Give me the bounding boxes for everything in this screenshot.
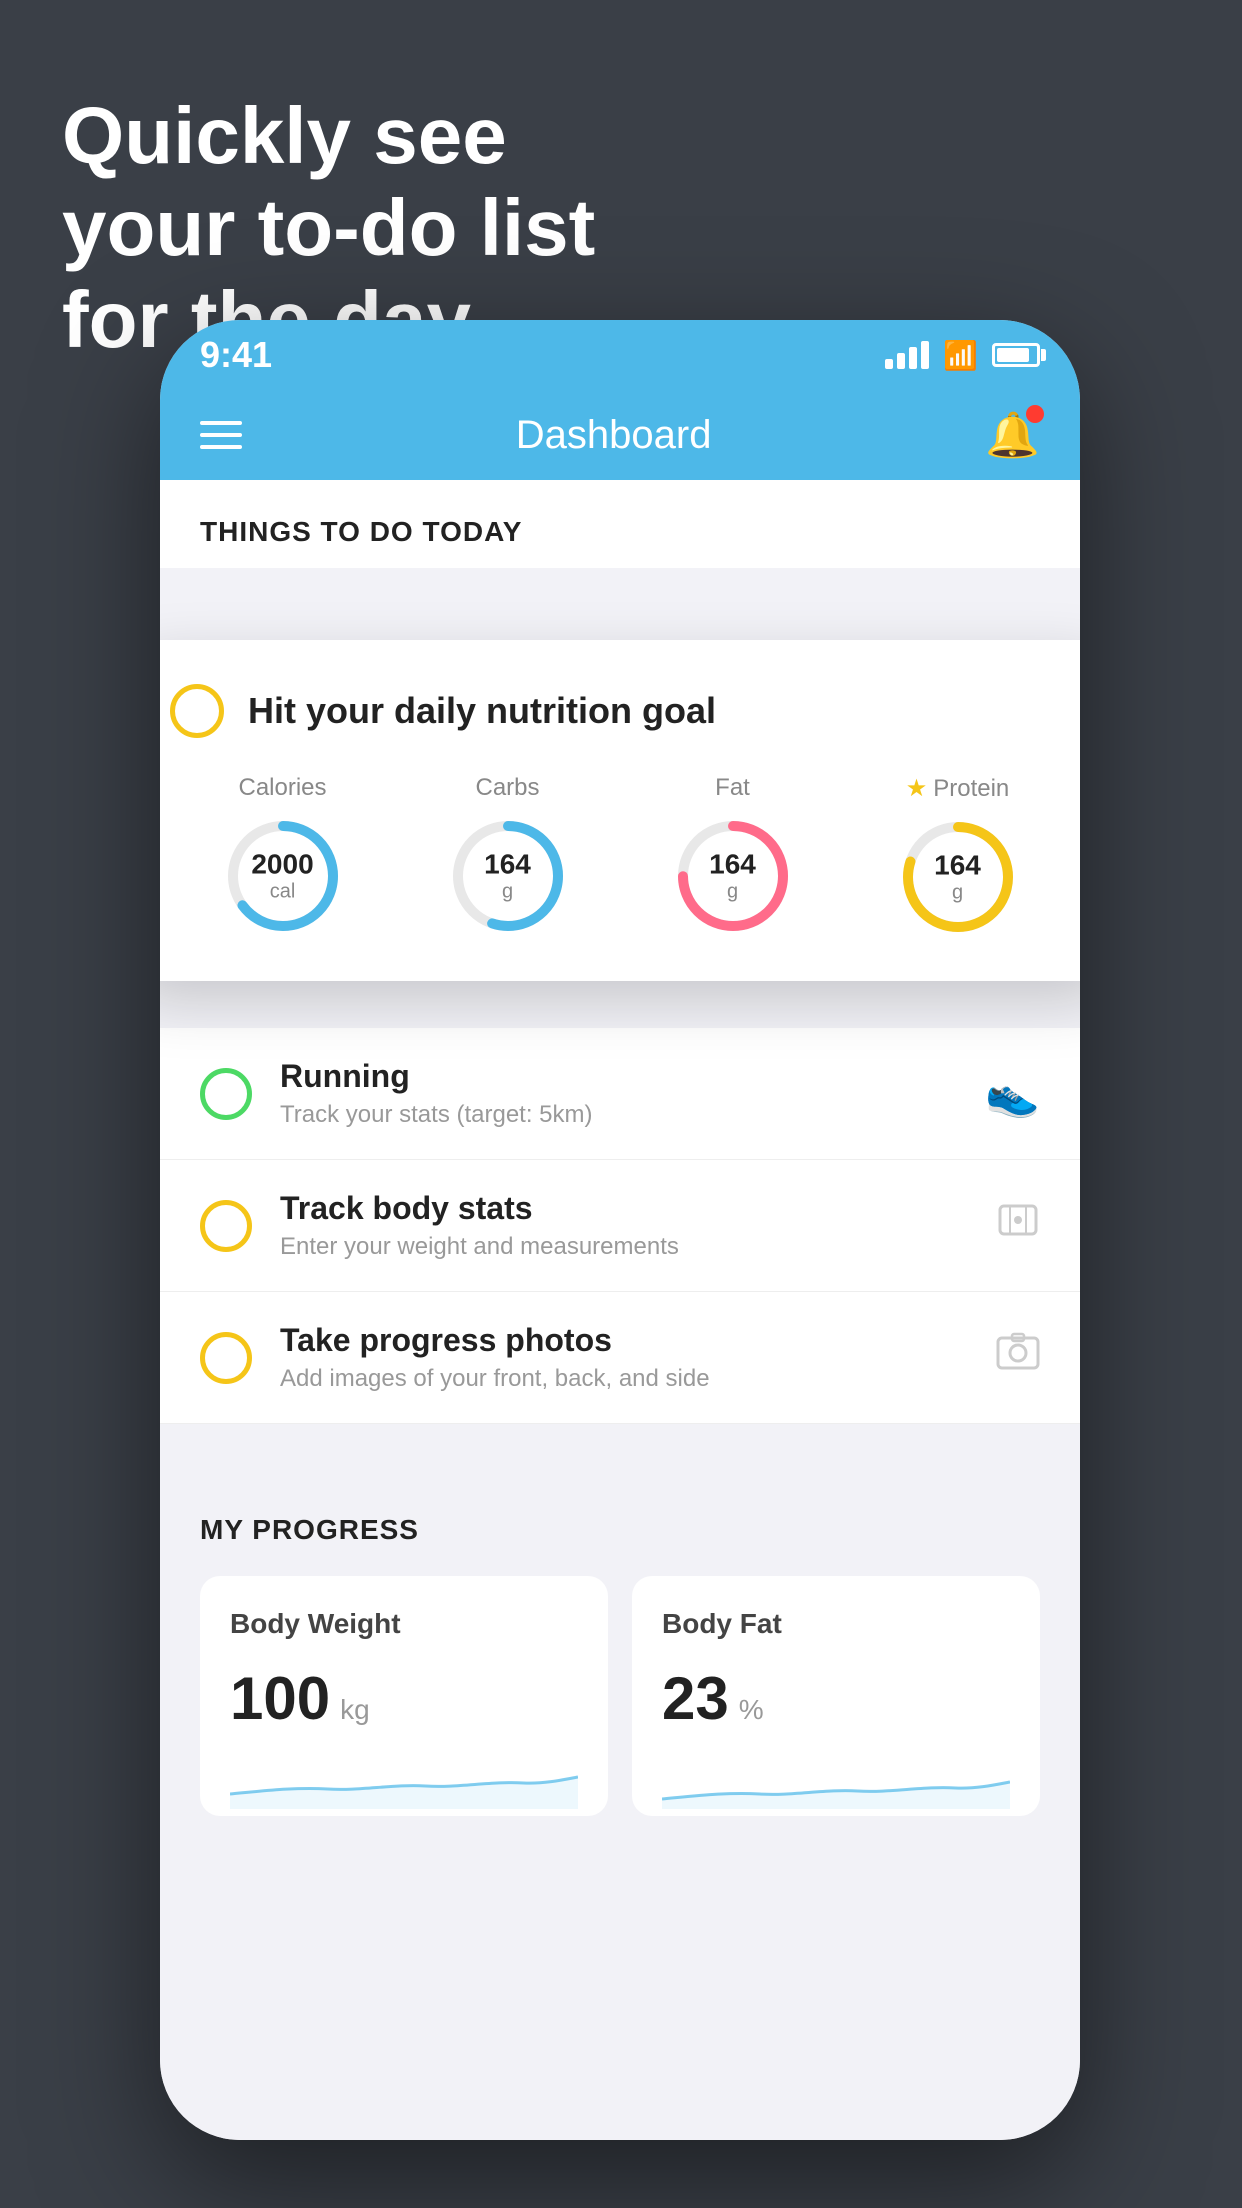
headline-line2: your to-do list [62, 183, 595, 272]
todo-title-running: Running [280, 1058, 957, 1095]
nutrition-row: Calories 2000 cal [170, 774, 1070, 937]
protein-label: ★ Protein [906, 774, 1010, 803]
status-time: 9:41 [200, 334, 272, 376]
fat-value: 164 g [709, 849, 756, 904]
headline-line1: Quickly see [62, 91, 507, 180]
battery-icon [992, 343, 1040, 367]
photo-icon [996, 1330, 1040, 1385]
notification-dot [1026, 405, 1044, 423]
calories-value: 2000 cal [251, 849, 313, 904]
nutrition-check-circle[interactable] [170, 684, 224, 738]
progress-section: MY PROGRESS Body Weight 100 kg [160, 1464, 1080, 1846]
todo-text-running: Running Track your stats (target: 5km) [280, 1058, 957, 1129]
todo-check-body-stats[interactable] [200, 1200, 252, 1252]
nutrition-fat: Fat 164 g [673, 774, 793, 936]
running-shoe-icon: 👟 [985, 1068, 1040, 1120]
section-things-today-label: THINGS TO DO TODAY [200, 516, 522, 547]
todo-subtitle-running: Track your stats (target: 5km) [280, 1101, 957, 1129]
todo-title-body-stats: Track body stats [280, 1190, 968, 1227]
status-bar: 9:41 📶 [160, 320, 1080, 390]
body-fat-card[interactable]: Body Fat 23 % [632, 1576, 1040, 1816]
nutrition-card-title: Hit your daily nutrition goal [248, 690, 716, 732]
body-weight-chart [230, 1749, 578, 1809]
nutrition-card: Hit your daily nutrition goal Calories [160, 640, 1080, 981]
todo-text-photos: Take progress photos Add images of your … [280, 1322, 968, 1393]
body-weight-unit: kg [340, 1694, 370, 1726]
todo-item-body-stats[interactable]: Track body stats Enter your weight and m… [160, 1160, 1080, 1292]
body-weight-card[interactable]: Body Weight 100 kg [200, 1576, 608, 1816]
todo-check-running[interactable] [200, 1068, 252, 1120]
signal-icon [885, 341, 929, 369]
status-icons: 📶 [885, 339, 1040, 372]
protein-circle: 164 g [898, 817, 1018, 937]
scale-icon [996, 1198, 1040, 1253]
todo-item-photos[interactable]: Take progress photos Add images of your … [160, 1292, 1080, 1424]
body-weight-value-row: 100 kg [230, 1664, 578, 1733]
notification-bell-icon[interactable]: 🔔 [985, 409, 1040, 461]
todo-subtitle-body-stats: Enter your weight and measurements [280, 1233, 968, 1261]
body-weight-number: 100 [230, 1664, 330, 1733]
body-fat-chart [662, 1749, 1010, 1809]
fat-circle: 164 g [673, 816, 793, 936]
todo-subtitle-photos: Add images of your front, back, and side [280, 1365, 968, 1393]
calories-label: Calories [238, 774, 326, 802]
wifi-icon: 📶 [943, 339, 978, 372]
app-header: Dashboard 🔔 [160, 390, 1080, 480]
progress-header: MY PROGRESS [200, 1514, 1040, 1546]
calories-circle: 2000 cal [223, 816, 343, 936]
nutrition-carbs: Carbs 164 g [448, 774, 568, 936]
body-fat-title: Body Fat [662, 1608, 1010, 1640]
progress-cards: Body Weight 100 kg Body Fat [200, 1576, 1040, 1816]
header-title: Dashboard [516, 413, 712, 458]
phone-frame: 9:41 📶 Dashboard 🔔 [160, 320, 1080, 2140]
carbs-value: 164 g [484, 849, 531, 904]
body-weight-title: Body Weight [230, 1608, 578, 1640]
carbs-label: Carbs [475, 774, 539, 802]
section-things-today: THINGS TO DO TODAY [160, 480, 1080, 568]
todo-item-running[interactable]: Running Track your stats (target: 5km) 👟 [160, 1028, 1080, 1160]
todo-check-photos[interactable] [200, 1332, 252, 1384]
fat-label: Fat [715, 774, 750, 802]
protein-value: 164 g [934, 850, 981, 905]
nutrition-card-title-row: Hit your daily nutrition goal [170, 684, 1070, 738]
carbs-circle: 164 g [448, 816, 568, 936]
protein-star-icon: ★ [906, 774, 928, 803]
app-content: THINGS TO DO TODAY Hit your daily nutrit… [160, 480, 1080, 2140]
nutrition-calories: Calories 2000 cal [223, 774, 343, 936]
todo-list: Running Track your stats (target: 5km) 👟… [160, 1028, 1080, 1424]
nutrition-protein: ★ Protein 164 g [898, 774, 1018, 937]
todo-title-photos: Take progress photos [280, 1322, 968, 1359]
body-fat-number: 23 [662, 1664, 729, 1733]
body-fat-value-row: 23 % [662, 1664, 1010, 1733]
hamburger-menu-icon[interactable] [200, 421, 242, 449]
todo-text-body-stats: Track body stats Enter your weight and m… [280, 1190, 968, 1261]
body-fat-unit: % [739, 1694, 764, 1726]
